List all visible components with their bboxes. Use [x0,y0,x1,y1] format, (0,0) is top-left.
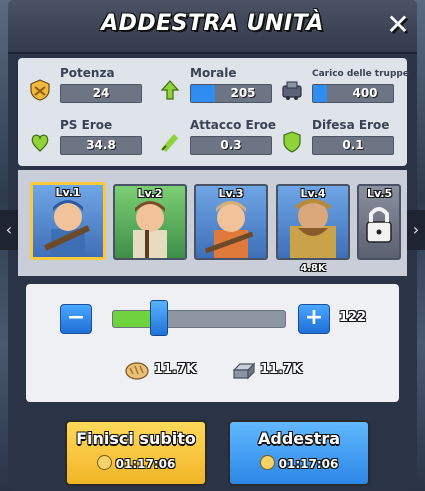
train-units-dialog: ADDESTRA UNITÀ ✕ Potenza 24 Morale 205 C… [8,0,417,491]
finish-now-time-value: 01:17:06 [115,457,176,471]
stat-label: PS Eroe [60,118,113,132]
carousel-prev-arrow[interactable]: ‹ [0,210,18,250]
decrease-button[interactable]: − [60,304,92,334]
finish-now-label: Finisci subito [76,429,196,448]
quantity-slider[interactable] [112,310,286,328]
unit-level-label: Lv.5 [367,187,393,200]
stat-ps-eroe: PS Eroe 34.8 [28,118,148,162]
stat-morale: Morale 205 [158,66,278,110]
finish-now-button[interactable]: Finisci subito 01:17:06 [65,420,207,486]
close-icon[interactable]: ✕ [383,10,413,40]
stat-bar: 24 [60,84,142,103]
slider-handle[interactable] [150,300,168,336]
stat-difesa-eroe: Difesa Eroe 0.1 [280,118,400,162]
train-time: 01:17:06 [230,455,368,471]
increase-button[interactable]: + [298,304,330,334]
bread-icon [125,362,149,380]
stat-value: 24 [92,86,110,100]
stat-attacco-eroe: Attacco Eroe 0.3 [158,118,278,162]
stat-value: 205 [230,86,256,100]
dialog-title: ADDESTRA UNITÀ [101,11,324,36]
unit-level-label: Lv.3 [218,187,244,200]
stat-bar: 0.1 [312,136,394,155]
stat-label: Potenza [60,66,115,80]
shield-power-icon [30,79,50,101]
stat-bar: 205 [190,84,272,103]
iron-ingot-icon [232,362,256,380]
cart-load-icon [282,81,302,100]
dialog-header: ADDESTRA UNITÀ ✕ [8,0,417,54]
stat-label: Attacco Eroe [190,118,277,132]
hero-attack-icon [161,134,179,152]
unit-card-lv4[interactable]: Lv.4 [276,184,350,260]
finish-now-time: 01:17:06 [67,455,205,471]
unit-card-lv5[interactable]: Lv.5 [357,184,401,260]
train-time-value: 01:17:06 [278,457,339,471]
food-cost-value: 11.7K [154,362,197,377]
train-label: Addestra [258,429,340,448]
hero-defense-icon [283,131,301,153]
training-controls: − + 122 11.7K 11.7K [26,284,399,402]
clock-icon [96,455,112,470]
morale-arrow-icon [160,80,180,100]
hero-hp-icon [31,134,49,152]
unit-level-label: Lv.1 [55,186,81,199]
unit-level-carousel[interactable]: Lv.1 Lv.2 Lv.3 Lv.4 4.8K Lv.5 [18,170,407,276]
iron-cost-value: 11.7K [260,362,303,377]
unit-stats-panel: Potenza 24 Morale 205 Carico delle trupp… [18,58,409,166]
stat-carico: Carico delle truppe 400 [280,66,409,110]
stat-label: Difesa Eroe [312,118,390,132]
carousel-next-arrow[interactable]: › [407,210,425,250]
stat-label: Carico delle truppe [312,69,409,79]
unit-card-lv1[interactable]: Lv.1 [30,182,106,260]
clock-icon [259,455,275,470]
stat-value: 34.8 [86,138,116,152]
stat-bar: 400 [312,84,394,103]
stat-bar: 0.3 [190,136,272,155]
stat-bar: 34.8 [60,136,142,155]
unit-cost-label: 4.8K [300,263,326,274]
stat-value: 0.3 [220,138,242,152]
unit-card-lv3[interactable]: Lv.3 [194,184,268,260]
quantity-value: 122 [339,310,367,325]
unit-card-lv2[interactable]: Lv.2 [113,184,187,260]
unit-level-label: Lv.4 [300,187,326,200]
unit-level-label: Lv.2 [137,187,163,200]
train-button[interactable]: Addestra 01:17:06 [228,420,370,486]
stat-value: 400 [352,86,378,100]
stat-value: 0.1 [342,138,364,152]
stat-potenza: Potenza 24 [28,66,148,110]
stat-label: Morale [190,66,237,80]
